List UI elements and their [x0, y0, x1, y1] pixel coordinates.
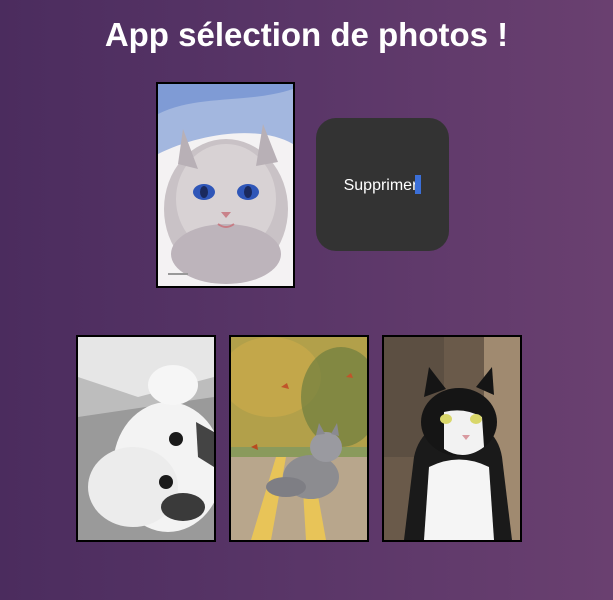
watercolor-cat-photo [158, 84, 293, 286]
delete-button-label: Supprimer [343, 176, 418, 194]
delete-button[interactable]: Supprimer [316, 118, 449, 251]
tuxedo-cat-photo [384, 337, 520, 540]
text-cursor-icon [415, 174, 422, 194]
gallery-photo-3[interactable] [382, 335, 522, 542]
selected-photo[interactable] [156, 82, 295, 288]
bw-cat-photo [78, 337, 214, 540]
autumn-cat-photo [231, 337, 367, 540]
gallery-photo-2[interactable] [229, 335, 369, 542]
page-title: App sélection de photos ! [104, 16, 509, 53]
gallery-photo-1[interactable] [76, 335, 216, 542]
